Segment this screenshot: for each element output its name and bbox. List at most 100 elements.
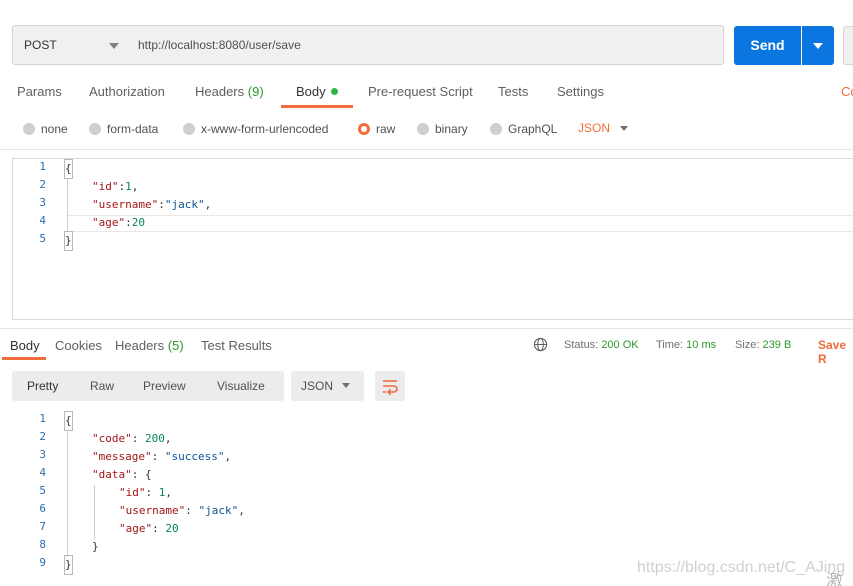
json-key: "data" [92,468,132,481]
radio-binary-label: binary [435,122,468,136]
send-options-button[interactable] [802,26,834,65]
radio-raw[interactable]: raw [358,121,395,137]
open-brace: { [64,411,73,431]
view-raw-button[interactable]: Raw [90,379,114,393]
tab-settings[interactable]: Settings [557,84,604,99]
radio-binary[interactable]: binary [417,121,468,137]
json-key: "username" [119,504,186,517]
radio-graphql[interactable]: GraphQL [490,121,557,137]
code-line: } [64,231,73,251]
view-visualize-button[interactable]: Visualize [217,379,265,393]
code-line: "id":1, [92,178,138,196]
wrap-lines-icon [383,380,398,396]
radio-urlencoded-label: x-www-form-urlencoded [201,122,329,136]
response-format-label: JSON [301,379,334,393]
json-value: 20 [165,522,179,535]
radio-urlencoded[interactable]: x-www-form-urlencoded [183,121,328,137]
json-key: "age" [92,216,126,229]
response-tab-test-results[interactable]: Test Results [201,338,272,353]
status-indicator: Status: 200 OK [564,339,639,351]
wrap-lines-button[interactable] [375,371,405,401]
line-number: 8 [39,538,46,551]
radio-circle [89,123,101,135]
code-line: { [64,411,73,431]
tab-authorization[interactable]: Authorization [89,84,165,99]
status-label: Status: [564,339,599,351]
radio-form-data-label: form-data [107,122,159,136]
radio-none[interactable]: none [23,121,68,137]
globe-icon[interactable] [533,337,548,352]
tab-body-label: Body [296,84,326,99]
radio-form-data[interactable]: form-data [89,121,158,137]
section-divider [0,328,853,329]
json-colon: : [158,198,165,211]
active-tab-underline [2,357,46,360]
line-number: 5 [39,232,46,245]
line-number: 5 [39,484,46,497]
response-tab-cookies[interactable]: Cookies [55,338,102,353]
line-number: 3 [39,448,46,461]
close-brace: } [64,555,73,575]
code-line: "id": 1, [119,486,172,499]
line-number: 1 [39,160,46,173]
radio-circle [417,123,429,135]
open-brace: { [64,159,73,179]
line-number: 4 [39,214,46,227]
view-pretty-button[interactable]: Pretty [27,379,58,393]
send-button[interactable]: Send [734,26,801,65]
radio-none-label: none [41,122,68,136]
code-line: } [92,538,99,556]
chevron-down-icon [813,43,823,49]
response-tab-headers[interactable]: Headers (5) [115,338,184,353]
method-select[interactable]: POST [12,25,128,65]
section-divider [0,149,853,150]
url-value: http://localhost:8080/user/save [138,38,301,52]
code-line: { [64,159,73,179]
close-brace: } [64,231,73,251]
headers-count: (9) [247,84,264,99]
save-response-button[interactable]: Save R [818,338,853,366]
method-label: POST [24,38,57,52]
line-number: 7 [39,520,46,533]
code-line: "username": "jack", [119,504,245,517]
line-number: 2 [39,430,46,443]
size-value: 239 B [762,339,792,351]
json-key: "username" [92,198,159,211]
code-line: } [64,555,73,575]
line-number: 3 [39,196,46,209]
chevron-down-icon [109,43,119,49]
json-value: 20 [131,216,145,229]
current-line-highlight [66,215,853,232]
tab-pre-request-script[interactable]: Pre-request Script [368,84,473,99]
size-indicator: Size: 239 B [735,339,791,351]
time-value: 10 ms [686,339,717,351]
line-number: 6 [39,502,46,515]
line-number: 4 [39,466,46,479]
body-indicator-dot [330,88,338,96]
radio-graphql-label: GraphQL [508,122,558,136]
url-input[interactable]: http://localhost:8080/user/save [127,25,724,65]
indent-guide [94,485,95,539]
tab-headers[interactable]: Headers (9) [195,84,264,99]
radio-raw-label: raw [376,122,396,136]
tab-tests[interactable]: Tests [498,84,528,99]
response-tab-body[interactable]: Body [10,338,40,353]
json-key: "code" [92,432,132,445]
indent-guide [67,178,68,232]
save-request-button[interactable] [843,26,853,65]
tab-body[interactable]: Body [296,84,338,99]
tab-params[interactable]: Params [17,84,62,99]
cookies-link[interactable]: Co [841,84,853,99]
body-format-select[interactable]: JSON [578,121,610,135]
status-value: 200 OK [601,339,639,351]
code-line: "age": 20 [119,522,179,535]
chevron-down-icon [620,126,628,131]
line-number: 2 [39,178,46,191]
radio-circle-selected [358,123,370,135]
radio-circle [490,123,502,135]
size-label: Size: [735,339,760,351]
corner-glyph: 激 [826,571,843,586]
radio-circle [23,123,35,135]
json-value: "jack" [198,504,239,517]
view-preview-button[interactable]: Preview [143,379,186,393]
